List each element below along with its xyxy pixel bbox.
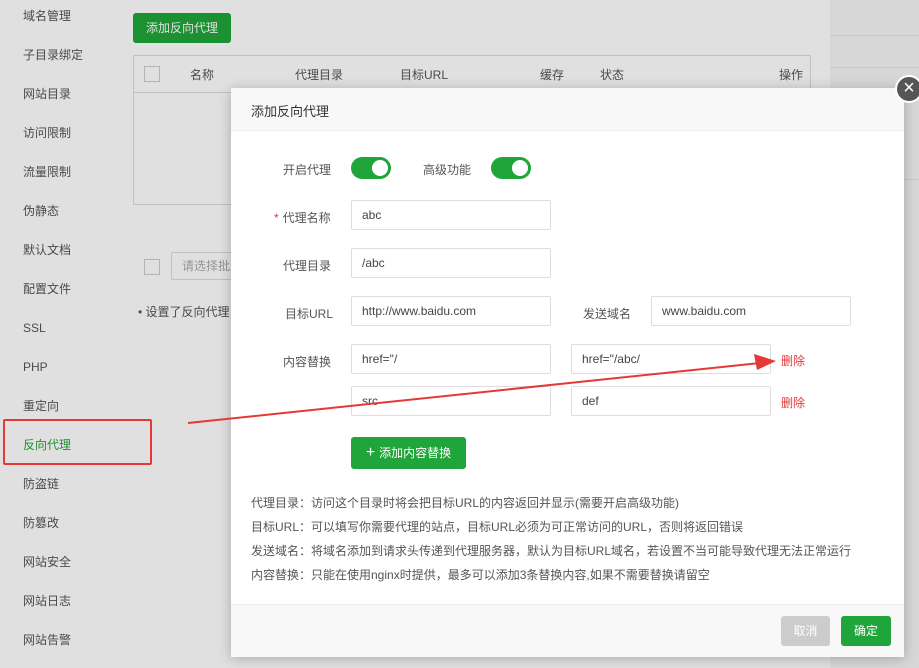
tip-target-url: 目标URL：可以填写你需要代理的站点，目标URL必须为可正常访问的URL，否则将… <box>251 520 744 534</box>
modal-header: 添加反向代理 <box>231 88 904 131</box>
replace-from-input[interactable]: href="/ <box>351 344 551 374</box>
advanced-toggle[interactable] <box>491 157 531 179</box>
enable-proxy-label: 开启代理 <box>283 163 332 177</box>
tip-proxy-dir: 代理目录：访问这个目录时将会把目标URL的内容返回并显示(需要开启高级功能) <box>251 496 680 510</box>
advanced-label: 高级功能 <box>423 163 472 177</box>
send-domain-label: 发送域名 <box>583 307 632 321</box>
content-replace-label: 内容替换 <box>283 355 332 369</box>
toggle-knob <box>372 160 388 176</box>
add-replace-button[interactable]: + 添加内容替换 <box>351 437 466 469</box>
close-icon[interactable]: × <box>895 75 919 103</box>
send-domain-input[interactable]: www.baidu.com <box>651 296 851 326</box>
proxy-dir-input[interactable]: /abc <box>351 248 551 278</box>
proxy-name-input[interactable]: abc <box>351 200 551 230</box>
replace-to-input[interactable]: href="/abc/ <box>571 344 771 374</box>
annotation-highlight-box <box>3 419 152 465</box>
delete-replace-link[interactable]: 删除 <box>781 394 805 411</box>
plus-icon: + <box>365 444 376 461</box>
replace-from-input[interactable]: src <box>351 386 551 416</box>
cancel-button[interactable]: 取消 <box>781 616 830 646</box>
modal-title: 添加反向代理 <box>251 104 330 119</box>
tip-send-domain: 发送域名：将域名添加到请求头传递到代理服务器，默认为目标URL域名，若设置不当可… <box>251 544 852 558</box>
delete-replace-link[interactable]: 删除 <box>781 352 805 369</box>
toggle-knob <box>512 160 528 176</box>
replace-to-input[interactable]: def <box>571 386 771 416</box>
required-mark: * <box>274 211 279 225</box>
target-url-input[interactable]: http://www.baidu.com <box>351 296 551 326</box>
proxy-dir-label: 代理目录 <box>283 259 332 273</box>
confirm-button[interactable]: 确定 <box>841 616 891 646</box>
proxy-name-label: * 代理名称 <box>274 209 331 226</box>
target-url-label: 目标URL <box>285 307 334 321</box>
enable-proxy-toggle[interactable] <box>351 157 391 179</box>
tip-content-replace: 内容替换：只能在使用nginx时提供，最多可以添加3条替换内容,如果不需要替换请… <box>251 568 710 582</box>
add-replace-label: 添加内容替换 <box>379 446 452 460</box>
proxy-name-label-text: 代理名称 <box>282 211 331 225</box>
